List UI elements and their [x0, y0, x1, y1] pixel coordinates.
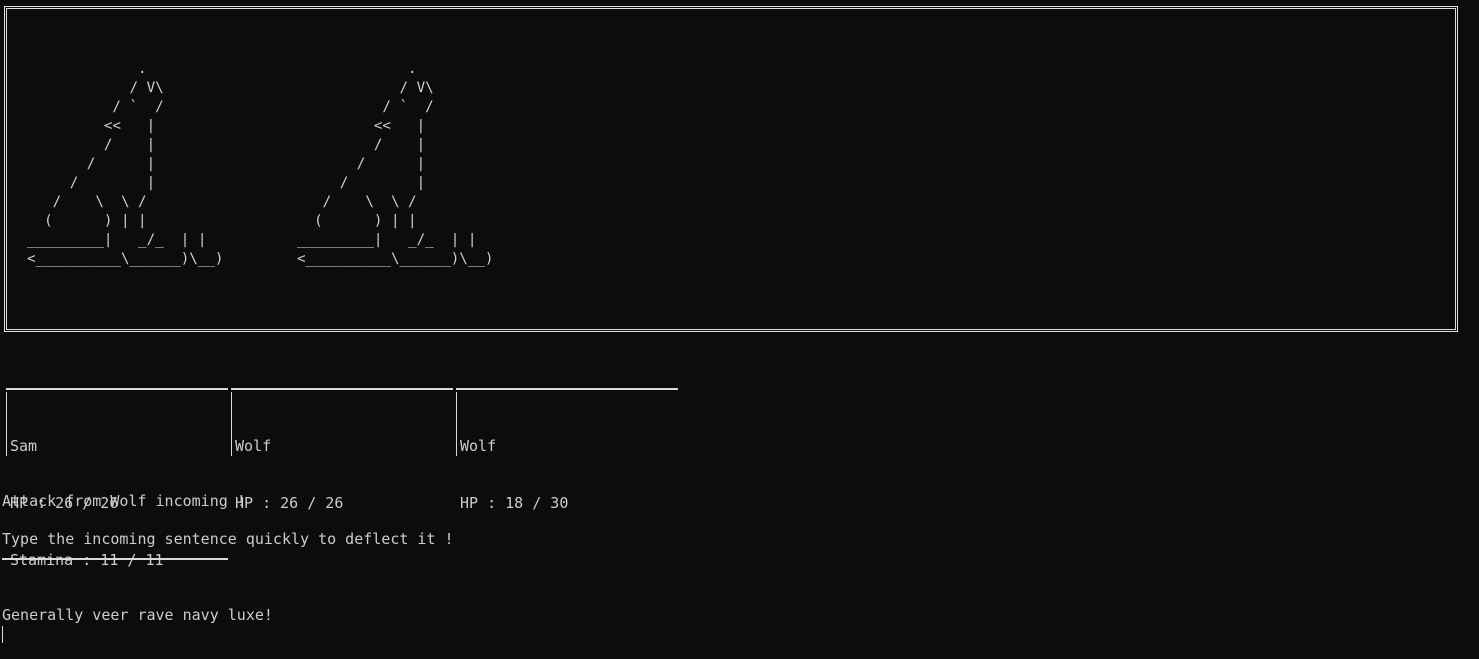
combatant-card-player: Sam HP : 26 / 26 Stamina : 11 / 11 [6, 388, 228, 569]
wolf-ascii-art: . / V\ / ` / << | / | / | / | / \ \ / ( … [27, 61, 224, 267]
typing-cursor[interactable] [2, 626, 3, 643]
target-sentence: Generally veer rave navy luxe! [2, 606, 273, 624]
combatant-card-enemy: Wolf HP : 18 / 30 [456, 388, 678, 512]
card-border [6, 392, 7, 456]
combatant-name: Wolf [460, 437, 497, 455]
combatant-hp: HP : 18 / 30 [460, 494, 569, 512]
combatant-hp: HP : 26 / 26 [235, 494, 344, 512]
wolf-ascii-art: . / V\ / ` / << | / | / | / | / \ \ / ( … [297, 61, 494, 267]
combatant-card-enemy: Wolf HP : 26 / 26 [231, 388, 453, 512]
divider [2, 558, 228, 560]
battle-arena-frame: . / V\ / ` / << | / | / | / | / \ \ / ( … [4, 6, 1458, 332]
combatant-stamina [235, 551, 343, 570]
combatant-stamina [460, 551, 568, 570]
combatant-name: Wolf [235, 437, 272, 455]
card-border [456, 392, 457, 456]
combatant-stamina: Stamina : 11 / 11 [10, 551, 164, 569]
card-border [231, 392, 232, 456]
combatant-name: Sam [10, 437, 38, 455]
instruction-text: Type the incoming sentence quickly to de… [2, 530, 454, 548]
attack-warning-text: Attack from Wolf incoming ! [2, 492, 246, 510]
